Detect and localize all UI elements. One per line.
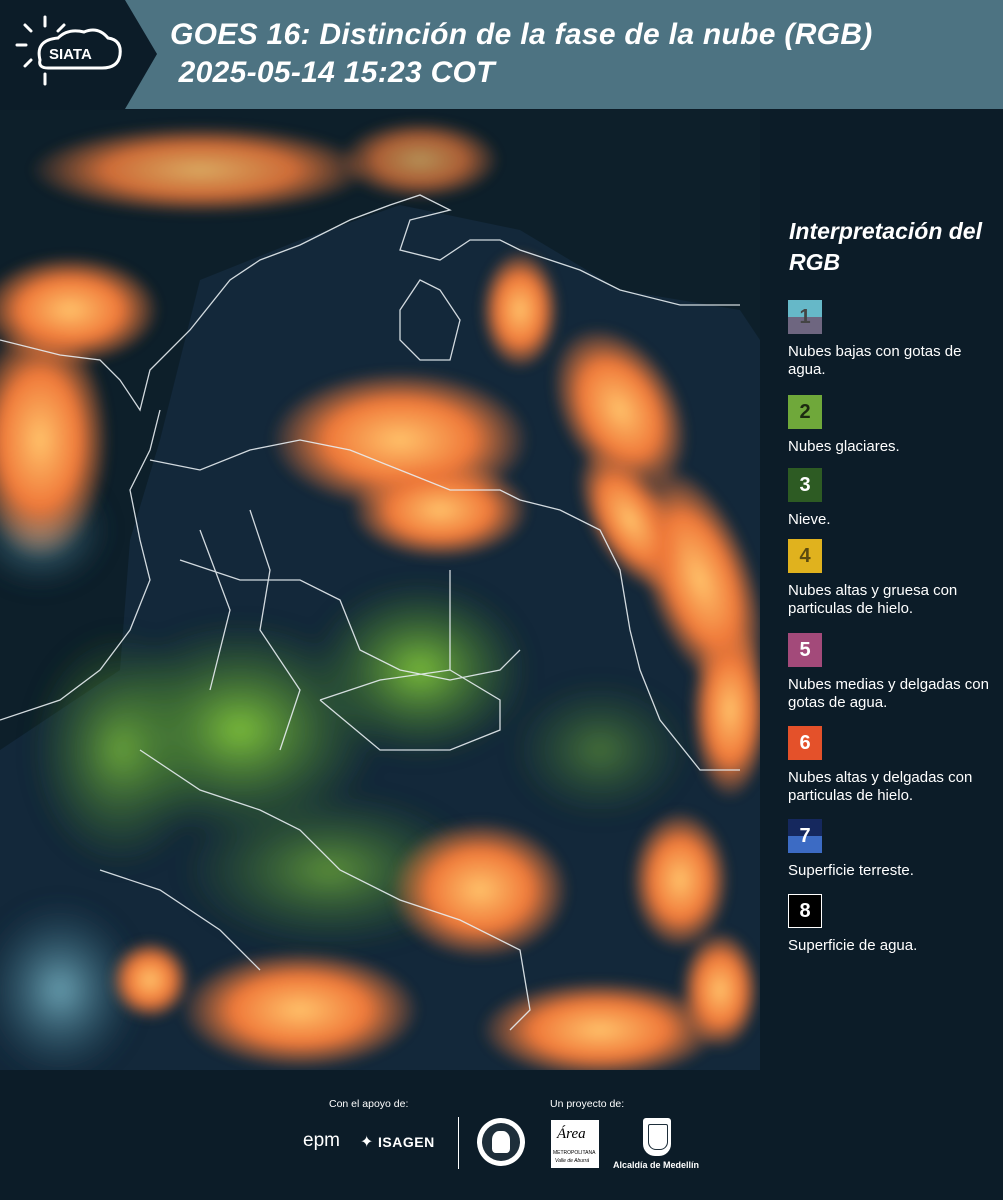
- legend-swatch-5: 5: [788, 633, 822, 667]
- legend-label-7: Superficie terreste.: [788, 862, 914, 879]
- legend-number-4: 4: [799, 544, 811, 567]
- legend-item-2: 2 Nubes glaciares.: [788, 395, 998, 456]
- title-line-1: GOES 16: Distinción de la fase de la nub…: [170, 18, 873, 51]
- legend-number-7: 7: [799, 824, 811, 847]
- area-logo-subtext2: Valle de Aburrá: [555, 1158, 590, 1164]
- siata-logo-text: SIATA: [49, 46, 92, 63]
- footer: Con el apoyo de: Un proyecto de: epm ✦ I…: [0, 1070, 1003, 1200]
- area-logo-text: Área: [557, 1126, 586, 1142]
- legend-swatch-4: 4: [788, 539, 822, 573]
- legend-item-5: 5 Nubes medias y delgadas con gotas de a…: [788, 633, 998, 712]
- area-metropolitana-logo: Área METROPOLITANA Valle de Aburrá: [551, 1120, 599, 1168]
- satellite-image: [0, 110, 760, 1070]
- legend-item-6: 6 Nubes altas y delgadas con particulas …: [788, 726, 998, 805]
- support-label: Con el apoyo de:: [329, 1098, 409, 1110]
- legend-item-4: 4 Nubes altas y gruesa con particulas de…: [788, 539, 998, 618]
- page-title: GOES 16: Distinción de la fase de la nub…: [170, 16, 873, 92]
- area-logo-subtext: METROPOLITANA: [553, 1150, 596, 1156]
- siata-logo: SIATA: [0, 0, 160, 109]
- legend-number-2: 2: [799, 400, 811, 423]
- epm-logo: epm: [303, 1130, 340, 1151]
- title-line-2: 2025-05-14 15:23 COT: [170, 56, 495, 89]
- legend-item-3: 3 Nieve.: [788, 468, 998, 529]
- legend-swatch-7: 7: [788, 819, 822, 853]
- legend-label-3: Nieve.: [788, 511, 831, 528]
- legend-item-1: 1 Nubes bajas con gotas de agua.: [788, 300, 998, 379]
- legend-panel: Interpretación del RGB 1 Nubes bajas con…: [762, 110, 1003, 1070]
- legend-label-2: Nubes glaciares.: [788, 438, 900, 455]
- legend-swatch-1: 1: [788, 300, 822, 334]
- legend-label-6: Nubes altas y delgadas con particulas de…: [788, 769, 973, 804]
- seal-icon: [477, 1118, 525, 1166]
- legend-swatch-6: 6: [788, 726, 822, 760]
- isagen-icon: ✦: [360, 1134, 374, 1151]
- legend-number-1: 1: [799, 305, 811, 328]
- legend-label-1: Nubes bajas con gotas de agua.: [788, 343, 962, 378]
- legend-swatch-2: 2: [788, 395, 822, 429]
- header-bar: SIATA GOES 16: Distinción de la fase de …: [0, 0, 1003, 109]
- legend-number-6: 6: [799, 731, 811, 754]
- legend-item-7: 7 Superficie terreste.: [788, 819, 998, 880]
- legend-label-5: Nubes medias y delgadas con gotas de agu…: [788, 676, 989, 711]
- legend-number-8: 8: [799, 899, 811, 922]
- footer-divider: [458, 1117, 459, 1169]
- legend-title: Interpretación del RGB: [789, 218, 982, 275]
- legend-swatch-3: 3: [788, 468, 822, 502]
- medellin-shield-icon: [643, 1118, 671, 1156]
- legend-label-4: Nubes altas y gruesa con particulas de h…: [788, 582, 958, 617]
- legend-number-3: 3: [799, 473, 811, 496]
- legend-swatch-8: 8: [788, 894, 822, 928]
- legend-item-8: 8 Superficie de agua.: [788, 894, 998, 955]
- legend-number-5: 5: [799, 638, 811, 661]
- isagen-logo: ISAGEN: [378, 1134, 435, 1150]
- project-label: Un proyecto de:: [550, 1098, 625, 1110]
- legend-label-8: Superficie de agua.: [788, 937, 918, 954]
- alcaldia-label: Alcaldía de Medellín: [613, 1160, 700, 1170]
